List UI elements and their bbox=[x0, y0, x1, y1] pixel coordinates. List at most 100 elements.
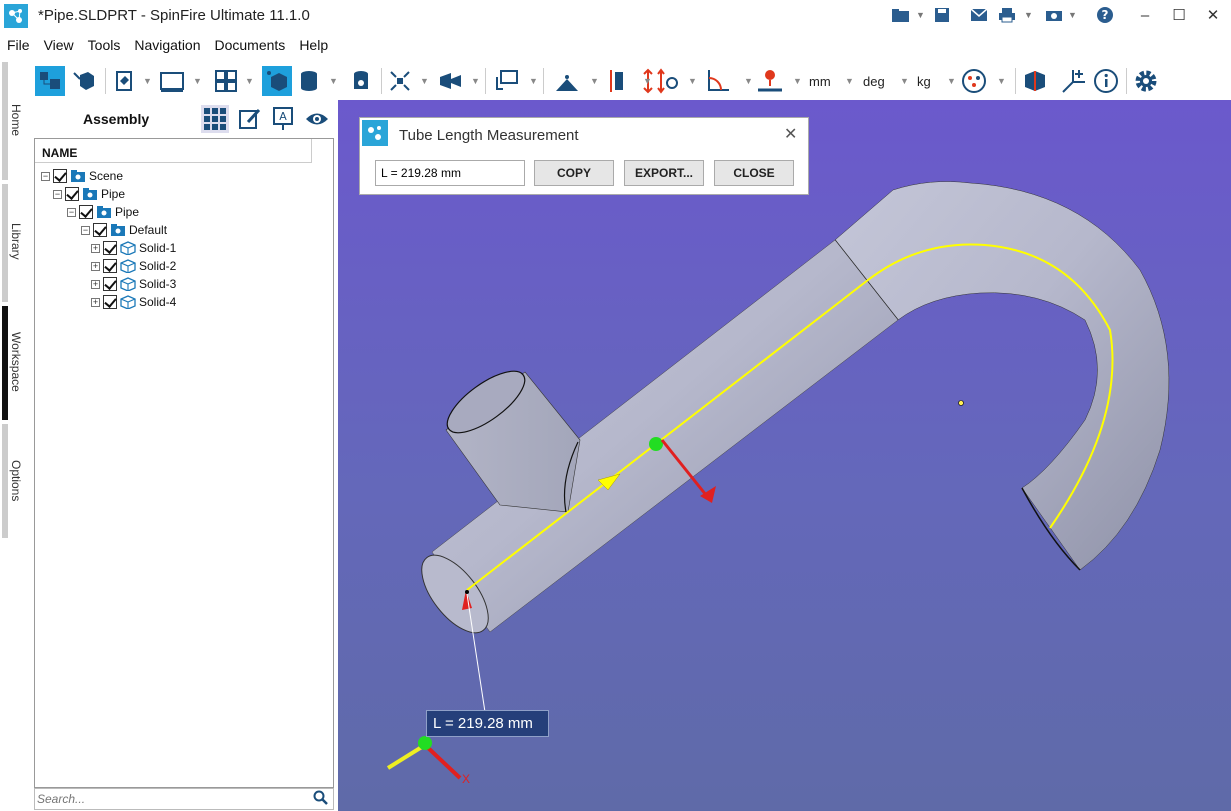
3d-viewport[interactable]: X bbox=[338, 100, 1231, 811]
cylinder-dropdown-arrow[interactable]: ▼ bbox=[329, 76, 338, 86]
menu-help[interactable]: Help bbox=[292, 34, 335, 56]
database-gear-icon[interactable] bbox=[346, 66, 376, 96]
length-unit-dropdown[interactable]: ▼ bbox=[845, 76, 854, 86]
tree-visibility-checkbox[interactable] bbox=[65, 187, 79, 201]
search-input[interactable] bbox=[37, 790, 307, 808]
tree-expander-icon[interactable]: − bbox=[53, 189, 62, 199]
tree-node[interactable]: − Default bbox=[81, 221, 167, 239]
mass-unit-label[interactable]: kg bbox=[917, 74, 931, 89]
close-window-button[interactable]: ✕ bbox=[1195, 4, 1231, 28]
search-icon[interactable] bbox=[313, 790, 329, 809]
distance-dropdown-arrow[interactable]: ▼ bbox=[643, 76, 652, 86]
tree-visibility-checkbox[interactable] bbox=[79, 205, 93, 219]
tree-visibility-checkbox[interactable] bbox=[93, 223, 107, 237]
side-tab-library[interactable]: Library bbox=[9, 223, 23, 260]
tree-node[interactable]: + Solid-4 bbox=[91, 293, 176, 311]
edit-icon[interactable] bbox=[236, 105, 264, 133]
tree-node[interactable]: + Solid-3 bbox=[91, 275, 176, 293]
tree-node[interactable]: − Pipe bbox=[53, 185, 125, 203]
dialog-close-icon[interactable]: ✕ bbox=[784, 124, 797, 144]
tree-visibility-checkbox[interactable] bbox=[53, 169, 67, 183]
tree-node[interactable]: + Solid-1 bbox=[91, 239, 176, 257]
part-compare-icon[interactable] bbox=[1020, 66, 1050, 96]
tree-visibility-checkbox[interactable] bbox=[103, 259, 117, 273]
tree-expander-icon[interactable]: + bbox=[91, 279, 100, 289]
mass-unit-dropdown[interactable]: ▼ bbox=[947, 76, 956, 86]
tree-node[interactable]: − Scene bbox=[41, 167, 123, 185]
camera-icon[interactable] bbox=[1043, 5, 1065, 25]
tree-visibility-checkbox[interactable] bbox=[103, 241, 117, 255]
help-icon[interactable]: ? bbox=[1094, 5, 1116, 25]
save-icon[interactable] bbox=[931, 5, 953, 25]
clearance-measure-icon[interactable] bbox=[653, 66, 683, 96]
tree-visibility-checkbox[interactable] bbox=[103, 277, 117, 291]
angle-unit-label[interactable]: deg bbox=[863, 74, 885, 89]
angle-unit-dropdown[interactable]: ▼ bbox=[900, 76, 909, 86]
annotation-view-icon[interactable]: A bbox=[269, 105, 297, 133]
print-dropdown-arrow[interactable]: ▼ bbox=[1024, 10, 1034, 20]
length-unit-label[interactable]: mm bbox=[809, 74, 831, 89]
display-dropdown-arrow[interactable]: ▼ bbox=[193, 76, 202, 86]
point-dropdown-arrow[interactable]: ▼ bbox=[590, 76, 599, 86]
tree-column-header[interactable]: NAME bbox=[35, 139, 311, 163]
minimize-button[interactable]: – bbox=[1127, 4, 1163, 28]
angle-dropdown-arrow[interactable]: ▼ bbox=[744, 76, 753, 86]
tree-expander-icon[interactable]: − bbox=[81, 225, 90, 235]
angle-measure-icon[interactable] bbox=[703, 66, 733, 96]
rotate-part-icon[interactable] bbox=[69, 66, 99, 96]
annotation-icon[interactable] bbox=[491, 66, 521, 96]
close-button[interactable]: CLOSE bbox=[714, 160, 794, 186]
pipe-model-scene[interactable]: X bbox=[338, 100, 1231, 811]
maximize-button[interactable]: ☐ bbox=[1161, 4, 1197, 28]
layout-dropdown-arrow[interactable]: ▼ bbox=[245, 76, 254, 86]
mass-dropdown-arrow[interactable]: ▼ bbox=[793, 76, 802, 86]
cylinder-icon[interactable] bbox=[294, 66, 324, 96]
length-annotation-label[interactable]: L = 219.28 mm bbox=[426, 710, 549, 737]
tree-expander-icon[interactable]: + bbox=[91, 243, 100, 253]
menu-file[interactable]: File bbox=[0, 34, 37, 56]
email-icon[interactable] bbox=[968, 5, 990, 25]
section-cut-icon[interactable] bbox=[435, 66, 465, 96]
analysis-wheel-icon[interactable] bbox=[959, 66, 989, 96]
tree-node[interactable]: − Pipe bbox=[67, 203, 139, 221]
explode-view-icon[interactable] bbox=[262, 66, 292, 96]
point-coordinate-icon[interactable] bbox=[552, 66, 582, 96]
tree-node[interactable]: + Solid-2 bbox=[91, 257, 176, 275]
side-tab-workspace[interactable]: Workspace bbox=[9, 332, 23, 392]
print-icon[interactable] bbox=[996, 5, 1018, 25]
tree-visibility-checkbox[interactable] bbox=[103, 295, 117, 309]
tree-expander-icon[interactable]: + bbox=[91, 297, 100, 307]
copy-button[interactable]: COPY bbox=[534, 160, 614, 186]
clearance-dropdown-arrow[interactable]: ▼ bbox=[688, 76, 697, 86]
tree-expander-icon[interactable]: − bbox=[67, 207, 76, 217]
assembly-view-icon[interactable] bbox=[35, 66, 65, 96]
display-mode-icon[interactable] bbox=[157, 66, 187, 96]
length-value-field[interactable] bbox=[375, 160, 525, 186]
explode-dropdown-arrow[interactable]: ▼ bbox=[420, 76, 429, 86]
add-axis-icon[interactable] bbox=[1058, 66, 1088, 96]
menu-tools[interactable]: Tools bbox=[81, 34, 128, 56]
tree-expander-icon[interactable]: + bbox=[91, 261, 100, 271]
explode-arrows-icon[interactable] bbox=[385, 66, 415, 96]
camera-dropdown-arrow[interactable]: ▼ bbox=[1068, 10, 1078, 20]
diameter-measure-icon[interactable] bbox=[604, 66, 634, 96]
pipe-bend-surface[interactable] bbox=[834, 181, 1170, 571]
grid-view-icon[interactable] bbox=[201, 105, 229, 133]
layout-grid-icon[interactable] bbox=[211, 66, 241, 96]
visibility-eye-icon[interactable] bbox=[303, 105, 331, 133]
mass-measure-icon[interactable] bbox=[755, 66, 785, 96]
export-button[interactable]: EXPORT... bbox=[624, 160, 704, 186]
analysis-dropdown-arrow[interactable]: ▼ bbox=[997, 76, 1006, 86]
menu-view[interactable]: View bbox=[37, 34, 81, 56]
side-tab-options[interactable]: Options bbox=[9, 460, 23, 501]
menu-navigation[interactable]: Navigation bbox=[127, 34, 207, 56]
open-dropdown-arrow[interactable]: ▼ bbox=[916, 10, 926, 20]
side-tab-home[interactable]: Home bbox=[9, 104, 23, 136]
paint-dropdown-arrow[interactable]: ▼ bbox=[143, 76, 152, 86]
tree-expander-icon[interactable]: − bbox=[41, 171, 50, 181]
menu-documents[interactable]: Documents bbox=[208, 34, 293, 56]
section-dropdown-arrow[interactable]: ▼ bbox=[471, 76, 480, 86]
open-folder-icon[interactable] bbox=[890, 5, 912, 25]
info-icon[interactable] bbox=[1091, 66, 1121, 96]
paint-bucket-icon[interactable] bbox=[109, 66, 139, 96]
